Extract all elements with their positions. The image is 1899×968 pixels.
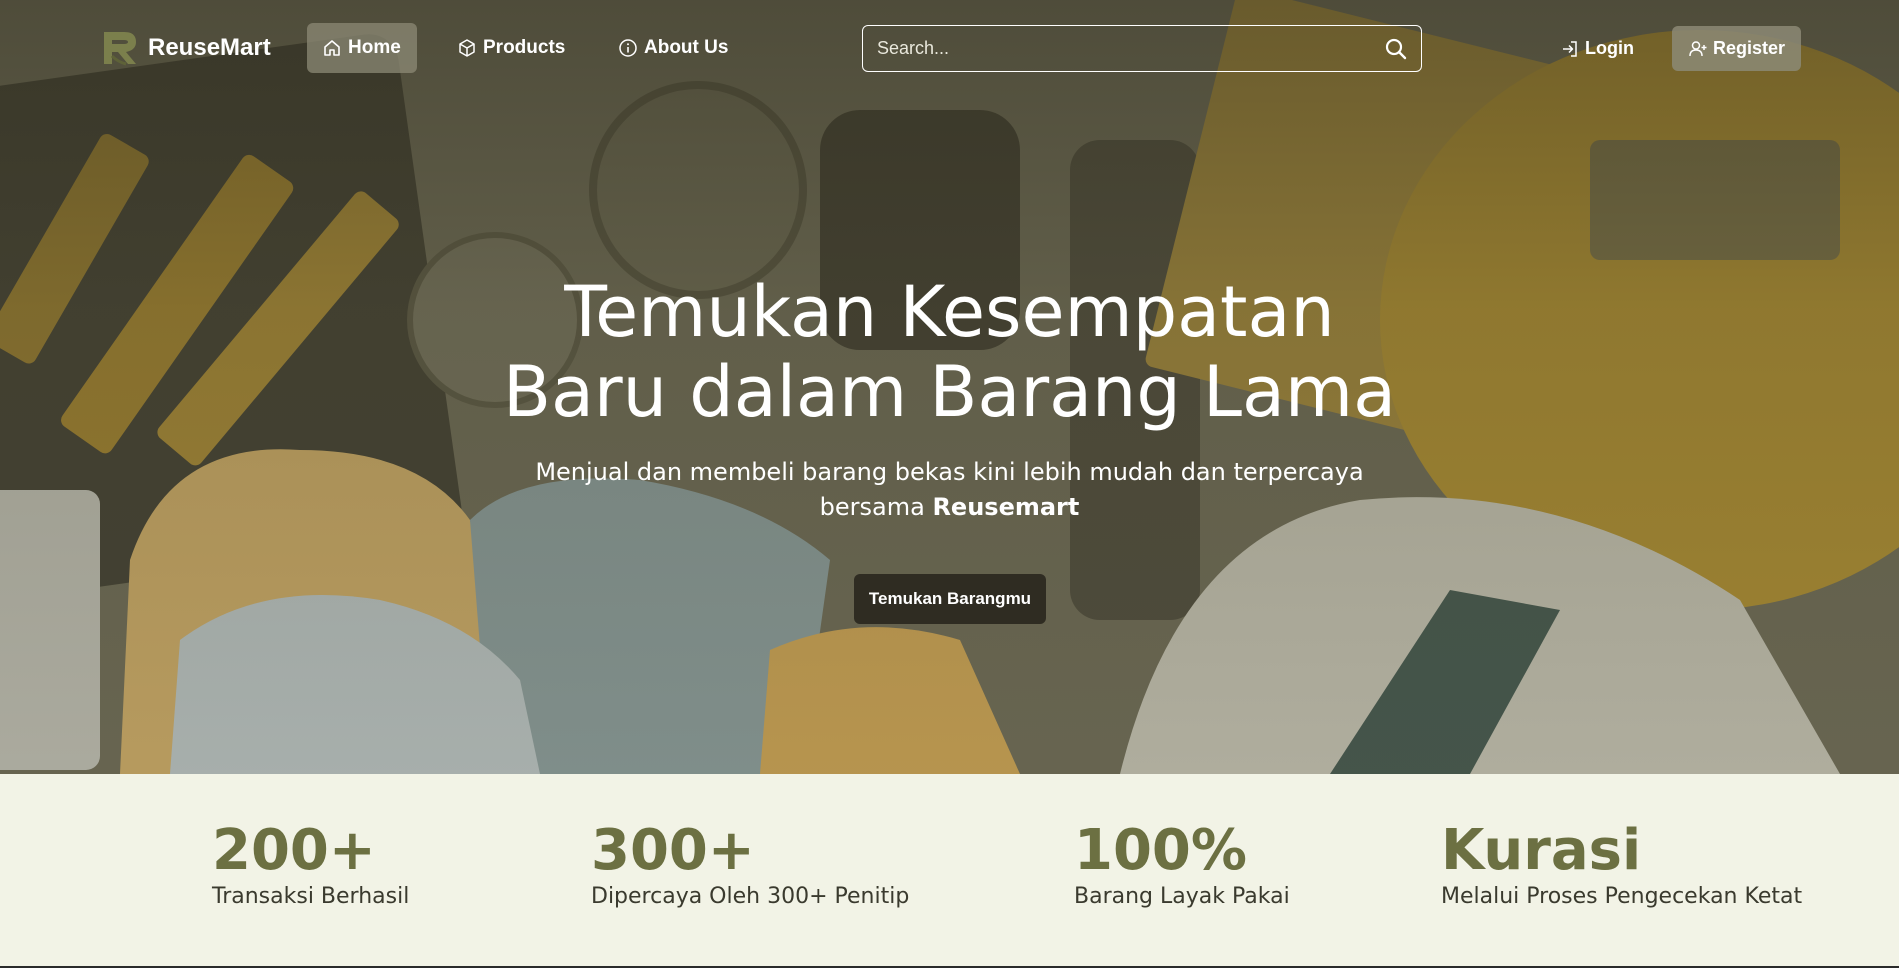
stats-section: 200+ Transaksi Berhasil 300+ Dipercaya O… [0,774,1899,968]
login-label: Login [1585,38,1634,58]
info-icon [618,38,638,58]
search-input[interactable] [863,26,1371,71]
stat-value: 300+ [591,818,755,883]
stat-value: 200+ [212,818,376,883]
stat-item: 100% Barang Layak Pakai [1074,820,1290,912]
hero-title: Temukan Kesempatan Baru dalam Barang Lam… [0,272,1899,432]
hero-section: ReuseMart Home Products About Us Search.… [0,0,1899,774]
stat-label: Dipercaya Oleh 300+ Penitip [591,884,910,909]
stat-value: Kurasi [1441,818,1642,883]
nav-about-label: About Us [644,37,729,58]
brand-name: ReuseMart [148,34,271,61]
search-bar [862,25,1422,72]
stat-item: Kurasi Melalui Proses Pengecekan Ketat [1441,820,1802,912]
login-button[interactable]: Login [1546,26,1648,71]
hero-subtitle-brand: Reusemart [932,493,1080,521]
hero-subtitle: Menjual dan membeli barang bekas kini le… [0,455,1899,525]
nav-products-link[interactable]: Products [442,23,580,73]
nav-about-link[interactable]: About Us [603,23,743,73]
hero-subtitle-line1: Menjual dan membeli barang bekas kini le… [535,458,1364,486]
stat-label: Transaksi Berhasil [212,884,410,909]
nav-home-label: Home [348,37,401,58]
user-plus-icon [1688,39,1708,59]
hero-title-line2: Baru dalam Barang Lama [502,351,1397,433]
recycle-r-logo-icon [104,32,136,66]
register-label: Register [1712,38,1786,58]
hero-subtitle-prefix: bersama [819,493,933,521]
find-items-button[interactable]: Temukan Barangmu [854,574,1046,624]
nav-products-label: Products [483,37,566,58]
login-icon [1560,39,1580,59]
stat-item: 200+ Transaksi Berhasil [212,820,409,912]
register-button[interactable]: Register [1672,26,1801,71]
stat-item: 300+ Dipercaya Oleh 300+ Penitip [591,820,909,912]
stat-value: 100% [1074,818,1248,883]
hero-title-line1: Temukan Kesempatan [564,271,1335,353]
navbar: ReuseMart Home Products About Us Search.… [0,0,1899,98]
stat-label: Melalui Proses Pengecekan Ketat [1441,884,1803,909]
home-icon [322,38,342,58]
nav-home-link[interactable]: Home [307,23,417,73]
brand-link[interactable]: ReuseMart [98,28,271,68]
stat-label: Barang Layak Pakai [1074,884,1290,909]
search-icon[interactable] [1371,26,1421,71]
box-icon [457,38,477,58]
